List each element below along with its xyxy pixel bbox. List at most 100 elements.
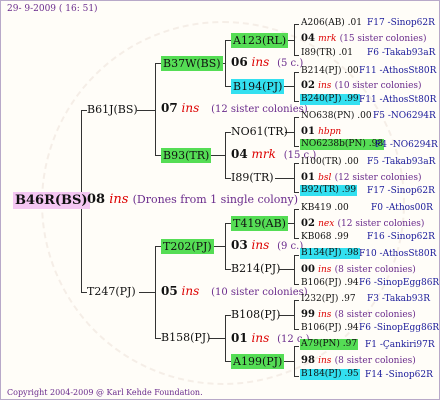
ancestor-b214[interactable]: B214(PJ) [231,263,280,274]
g5-mating-number: 02 [301,218,315,229]
g7-insemination-type: ins [318,310,332,320]
g5-insemination-type: nex [318,219,335,229]
g2-insemination-type: ins [318,81,332,91]
print-date: 29- 9-2009 ( 16: 51) [7,4,98,14]
g3-bottom-queen[interactable]: NO6238b(PN) .98 [300,139,385,150]
g3-mating-number: 01 [301,126,315,137]
g3-insemination-type: hbpn [318,127,342,137]
g7-top-source: F3 -Takab93R [367,294,431,304]
b37w-sister-note: (5 c.) [277,58,304,69]
g1-insemination-type: mrk [318,34,337,44]
root-drone-note: (Drones from 1 single colony) [132,193,299,206]
root-mating-line: 08 ins (Drones from 1 single colony) [87,193,298,206]
g4-bottom-queen[interactable]: B92(TR) .99 [300,185,358,196]
grandparent-b158[interactable]: B158(PJ) [161,332,210,343]
g1-bottom-queen[interactable]: I89(TR) .01 [301,49,353,58]
g5-bottom-queen[interactable]: KB068 .99 [301,233,349,242]
parent-queen-upper[interactable]: B61J(BS) [87,104,138,115]
g1-mating-line: 04 mrk (15 sister colonies) [301,34,427,44]
g5-mating-line: 02 nex (12 sister colonies) [301,219,424,229]
b37w-mating-line: 06 ins (5 c.) [231,56,303,69]
b158-mating-line: 01 ins (12 c.) [231,332,310,345]
ancestor-b108[interactable]: B108(PJ) [231,309,280,320]
parent-upper-insemination-type: ins [181,101,200,115]
g5-bottom-source: F16 -Sinop62R [367,232,435,242]
g8-bottom-source: F14 -Sinop62R [365,370,433,380]
queen-root-name[interactable]: B46R(BS) [13,192,90,209]
g2-bottom-queen[interactable]: B240(PJ) .99 [300,94,360,105]
t202-insemination-type: ins [251,238,270,252]
grandparent-b93[interactable]: B93(TR) [161,148,212,163]
g3-mating-line: 01 hbpn [301,127,341,137]
g3-bottom-source: F4 -NO6294R [375,140,438,150]
g6-top-source: F10 -AthosSt80R [359,249,437,259]
b37w-insemination-type: ins [251,55,270,69]
g8-mating-number: 98 [301,355,315,366]
g1-bottom-source: F6 -Takab93aR [367,48,436,58]
parent-upper-sister-note: (12 sister colonies) [211,104,308,115]
pedigree-chart: 29- 9-2009 ( 16: 51) B46R(BS) 08 ins (Dr… [0,0,440,400]
g6-mating-number: 00 [301,264,315,275]
grandparent-t202[interactable]: T202(PJ) [161,239,214,254]
g4-sister-note: (12 sister colonies) [334,173,422,183]
g1-top-queen[interactable]: A206(AB) .01 [301,19,362,28]
g2-mating-number: 02 [301,80,315,91]
g6-bottom-source: F6 -SinopEgg86R [359,278,440,288]
parent-lower-insemination-type: ins [181,284,200,298]
g4-top-source: F5 -Takab93aR [367,157,436,167]
g7-mating-number: 99 [301,309,315,320]
g7-bottom-source: F6 -SinopEgg86R [359,323,440,333]
ancestor-t419[interactable]: T419(AB) [231,216,288,231]
g2-bottom-source: F11 -AthosSt80R [359,95,437,105]
g6-top-queen[interactable]: B134(PJ) .98 [300,248,360,259]
parent-lower-mating-number: 05 [161,284,178,298]
g8-insemination-type: ins [318,356,332,366]
g5-top-queen[interactable]: KB419 .00 [301,204,349,213]
g8-top-queen[interactable]: A79(PN) .97 [300,339,359,350]
ancestor-a123[interactable]: A123(RL) [231,33,289,48]
g8-bottom-queen[interactable]: B184(PJ) .95 [300,369,360,380]
g7-bottom-queen[interactable]: B106(PJ) .94 [301,324,359,333]
g7-sister-note: (8 sister colonies) [334,310,416,320]
g4-mating-number: 01 [301,172,315,183]
g1-mating-number: 04 [301,33,315,44]
g8-mating-line: 98 ins (8 sister colonies) [301,356,416,366]
g5-top-source: F0 -Athos00R [371,203,433,213]
g2-top-queen[interactable]: B214(PJ) .00 [301,67,359,76]
g7-top-queen[interactable]: I232(PJ) .97 [301,295,356,304]
ancestor-no61[interactable]: NO61(TR) [231,126,288,137]
t202-mating-line: 03 ins (9 c.) [231,239,303,252]
b93-mating-number: 04 [231,147,248,161]
g2-sister-note: (10 sister colonies) [334,81,422,91]
root-insemination-type: ins [109,192,129,207]
g6-mating-line: 00 ins (8 sister colonies) [301,265,416,275]
g4-top-queen[interactable]: I100(TR) .00 [301,158,359,167]
g6-bottom-queen[interactable]: B106(PJ) .94 [301,279,359,288]
grandparent-b37w[interactable]: B37W(BS) [161,56,223,71]
ancestor-a199[interactable]: A199(PJ) [231,354,285,369]
ancestor-i89[interactable]: I89(TR) [231,172,274,183]
g4-bottom-source: F17 -Sinop62R [367,186,435,196]
t202-mating-number: 03 [231,238,248,252]
parent-upper-mating-line: 07 ins (12 sister colonies) [161,102,308,115]
g1-top-source: F17 -Sinop62R [367,18,435,28]
parent-lower-mating-line: 05 ins (10 sister colonies) [161,285,308,298]
g8-sister-note: (8 sister colonies) [334,356,416,366]
b158-insemination-type: ins [251,331,270,345]
g8-top-source: F1 -Çankiri97R [365,340,435,350]
g4-insemination-type: bsl [318,173,332,183]
parent-lower-sister-note: (10 sister colonies) [211,287,308,298]
b93-insemination-type: mrk [251,147,276,161]
footer-copyright: Copyright 2004-2009 @ Karl Kehde Foundat… [7,388,203,397]
g2-top-source: F11 -AthosSt80R [359,66,437,76]
b37w-mating-number: 06 [231,55,248,69]
g1-sister-note: (15 sister colonies) [339,34,427,44]
parent-queen-lower[interactable]: T247(PJ) [87,286,136,297]
g3-top-source: F5 -NO6294R [373,111,436,121]
g2-mating-line: 02 ins (10 sister colonies) [301,81,422,91]
g4-mating-line: 01 bsl (12 sister colonies) [301,173,422,183]
root-mating-number: 08 [87,192,106,207]
g3-top-queen[interactable]: NO638(PN) .00 [301,112,372,121]
ancestor-b194[interactable]: B194(PJ) [231,79,285,94]
parent-upper-mating-number: 07 [161,101,178,115]
